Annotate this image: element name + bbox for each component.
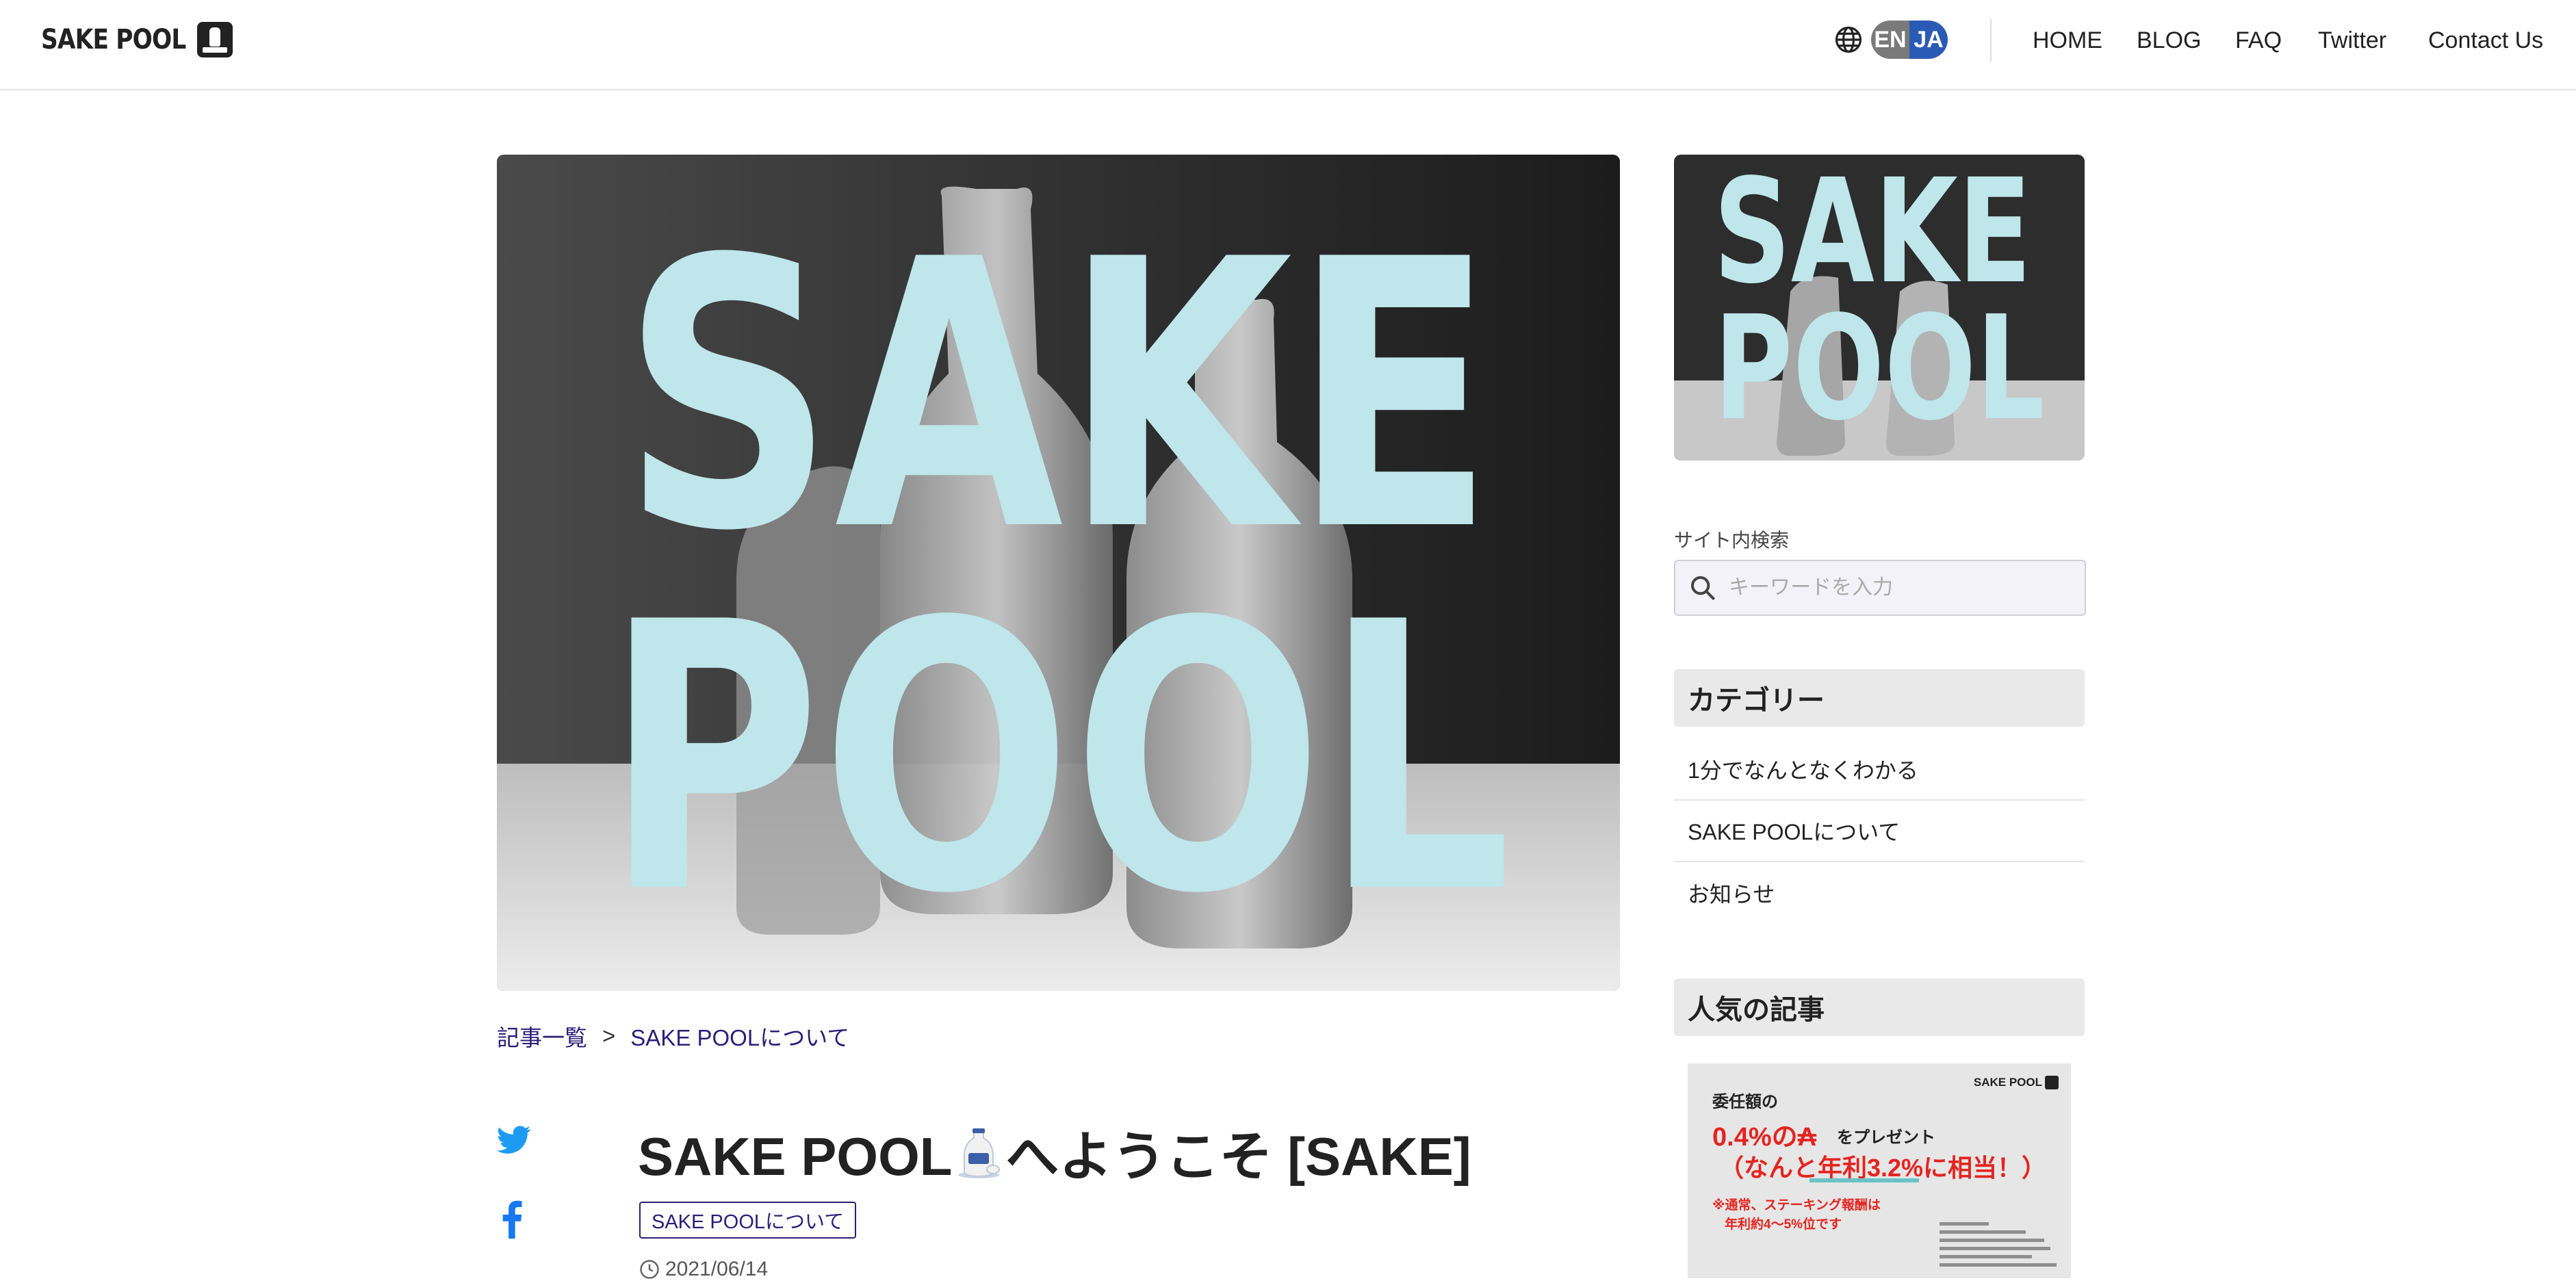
nav-home[interactable]: HOME (2033, 0, 2102, 81)
nav-twitter[interactable]: Twitter (2318, 0, 2386, 81)
search-input[interactable] (1727, 565, 2072, 610)
thumb-text-pool: POOL (1714, 285, 2045, 452)
card-logo: SAKE POOL (1974, 1076, 2059, 1089)
category-heading: カテゴリー (1674, 669, 2085, 727)
card-line-2b: をプレゼント (1837, 1128, 1935, 1147)
twitter-share-icon[interactable] (497, 1122, 531, 1156)
popular-heading: 人気の記事 (1674, 979, 2085, 1036)
post-title-text-1: SAKE POOL (638, 1126, 953, 1187)
popular-article-card[interactable]: SAKE POOL 委任額の 0.4%の₳ をプレゼント （なんと年利3.2%に… (1688, 1063, 2071, 1278)
language-toggle: EN JA (1871, 21, 1948, 59)
lang-en-button[interactable]: EN (1871, 21, 1909, 59)
card-fine-print (1940, 1222, 2063, 1271)
site-header: SAKE POOL EN JA HOME BLOG FAQ Twitter Co… (0, 0, 2576, 90)
nav-contact[interactable]: Contact Us (2428, 0, 2543, 81)
card-line-5: 年利約4〜5%位です (1725, 1217, 1842, 1232)
nav-blog[interactable]: BLOG (2137, 0, 2201, 81)
nav-faq[interactable]: FAQ (2235, 0, 2282, 81)
search-icon[interactable] (1689, 574, 1716, 601)
sidebar-thumbnail[interactable]: SAKE POOL (1674, 155, 2085, 461)
category-item-news[interactable]: お知らせ (1674, 862, 2085, 924)
site-logo[interactable]: SAKE POOL (41, 21, 233, 59)
search-box (1674, 560, 2086, 616)
post-title: SAKE POOL へようこそ [SAKE] (638, 1114, 1471, 1191)
card-logo-text: SAKE POOL (1973, 1076, 2042, 1089)
clock-icon (640, 1260, 659, 1279)
category-item-about[interactable]: SAKE POOLについて (1674, 801, 2085, 862)
post-date-text: 2021/06/14 (665, 1258, 769, 1280)
category-item-one-minute[interactable]: 1分でなんとなくわかる (1674, 739, 2085, 801)
globe-icon (1835, 26, 1862, 53)
card-highlight-underline (1809, 1178, 1919, 1182)
card-line-4: ※通常、ステーキング報酬は (1712, 1198, 1881, 1213)
lang-ja-button[interactable]: JA (1909, 21, 1948, 59)
facebook-share-icon[interactable] (500, 1200, 524, 1239)
post-title-text-2: へようこそ [SAKE] (1005, 1126, 1471, 1187)
hero-text-pool: POOL (604, 545, 1512, 974)
sake-bottle-emoji-icon (958, 1128, 1001, 1178)
card-line-2: 0.4%の₳ (1712, 1123, 1817, 1152)
sake-bottle-logo-icon (196, 22, 233, 57)
card-logo-icon (2045, 1076, 2059, 1089)
breadcrumb: 記事一覧 > SAKE POOLについて (497, 1020, 849, 1052)
hero-image: SAKE POOL (497, 155, 1620, 991)
header-divider (1990, 19, 1992, 62)
card-line-1: 委任額の (1712, 1093, 1778, 1111)
logo-text: SAKE POOL (41, 24, 186, 55)
breadcrumb-item-category[interactable]: SAKE POOLについて (630, 1020, 849, 1052)
post-date: 2021/06/14 (639, 1258, 768, 1281)
search-label: サイト内検索 (1674, 530, 1790, 551)
breadcrumb-item-articles[interactable]: 記事一覧 (497, 1020, 587, 1052)
post-category-tag[interactable]: SAKE POOLについて (639, 1202, 857, 1239)
breadcrumb-separator: > (602, 1023, 616, 1048)
language-switcher: EN JA (1834, 21, 1948, 59)
